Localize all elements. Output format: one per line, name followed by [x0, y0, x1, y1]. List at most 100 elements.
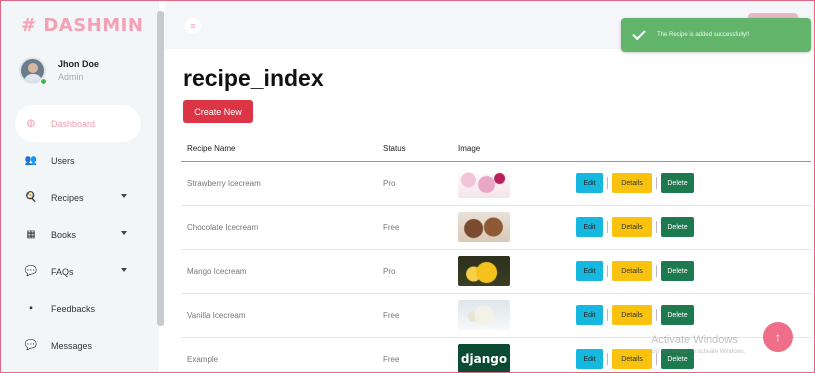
user-profile: Jhon Doe Admin: [19, 57, 99, 84]
watermark-subtitle: Go to Settings to activate Windows.: [651, 349, 746, 355]
separator: [607, 353, 608, 366]
recipe-thumbnail: [458, 256, 510, 286]
delete-button[interactable]: Delete: [661, 173, 694, 193]
status-cell: Free: [383, 354, 400, 364]
recipes-icon: 🍳: [24, 192, 38, 203]
sidebar-item-messages[interactable]: 💬 Messages: [15, 327, 141, 364]
recipe-thumbnail: [458, 168, 510, 198]
messages-icon: 💬: [24, 340, 38, 351]
sidebar-item-faqs[interactable]: 💬 FAQs: [15, 253, 141, 290]
sidebar-item-users[interactable]: 👥 Users: [15, 142, 141, 179]
status-cell: Pro: [377, 161, 452, 206]
actions-cell: Edit Details Delete: [570, 205, 811, 250]
sidebar-scrollbar[interactable]: [157, 11, 164, 326]
details-button[interactable]: Details: [612, 261, 652, 281]
header-actions: [570, 136, 811, 162]
actions-cell: Edit Details Delete: [570, 161, 811, 206]
image-cell: [452, 249, 570, 294]
separator: [607, 265, 608, 277]
separator: [656, 221, 657, 233]
image-cell: [452, 161, 570, 206]
online-status-dot: [40, 78, 47, 85]
status-cell: Free: [377, 205, 452, 250]
page-title: recipe_index: [183, 65, 324, 91]
delete-button[interactable]: Delete: [661, 217, 694, 237]
menu-toggle-button[interactable]: ≡: [185, 18, 201, 34]
table-row: Strawberry Icecream Pro Edit Details Delete: [181, 161, 811, 206]
status-cell: Pro: [377, 249, 452, 294]
create-new-button[interactable]: Create New: [183, 100, 253, 123]
app-logo[interactable]: # DASHMIN: [21, 15, 143, 36]
edit-button[interactable]: Edit: [576, 349, 603, 370]
recipe-thumbnail: [458, 212, 510, 242]
separator: [607, 221, 608, 233]
image-cell: [452, 293, 570, 338]
chevron-down-icon: [121, 268, 127, 272]
edit-button[interactable]: Edit: [576, 305, 603, 325]
edit-button[interactable]: Edit: [576, 173, 603, 193]
sidebar-item-label: Messages: [51, 340, 93, 351]
arrow-up-icon: ↑: [775, 330, 781, 344]
sidebar-nav: ◍ Dashboard 👥 Users 🍳 Recipes ▦ Books 💬 FAQs ▪ Feed…: [15, 105, 141, 364]
recipe-thumbnail: django: [458, 344, 510, 372]
sidebar-item-label: Users: [51, 155, 75, 166]
edit-button[interactable]: Edit: [576, 261, 603, 281]
header-image: Image: [452, 136, 570, 162]
recipe-name-cell: Chocolate Icecream: [181, 205, 377, 250]
separator: [607, 309, 608, 321]
header-status: Status: [377, 136, 452, 162]
profile-role: Admin: [58, 71, 84, 82]
actions-cell: Edit Details Delete: [570, 249, 811, 294]
app-window: # DASHMIN Jhon Doe Admin ◍ Dashboard 👥 User…: [0, 0, 815, 373]
chevron-down-icon: [121, 231, 127, 235]
sidebar-item-recipes[interactable]: 🍳 Recipes: [15, 179, 141, 216]
table-row: Mango Icecream Pro Edit Details Delete: [181, 249, 811, 294]
separator: [656, 265, 657, 277]
success-toast[interactable]: The Recipe is added successfully!!: [621, 18, 811, 52]
edit-button[interactable]: Edit: [576, 217, 603, 237]
sidebar-item-label: Feedbacks: [51, 303, 96, 314]
toast-message: The Recipe is added successfully!!: [657, 32, 750, 38]
chevron-down-icon: [121, 194, 127, 198]
faqs-icon: 💬: [24, 266, 38, 277]
users-icon: 👥: [24, 155, 38, 166]
recipe-thumbnail: [458, 300, 510, 330]
back-to-top-button[interactable]: ↑: [763, 322, 793, 352]
header-recipe-name: Recipe Name: [181, 136, 377, 162]
recipe-name-cell: Mango Icecream: [181, 249, 377, 294]
profile-name: Jhon Doe: [58, 58, 100, 69]
image-cell: [452, 205, 570, 250]
activate-windows-watermark: Activate Windows Go to Settings to activ…: [651, 334, 746, 358]
recipe-name-cell: Vanilla Icecream: [181, 293, 377, 338]
sidebar-item-label: FAQs: [51, 266, 74, 277]
separator: [656, 309, 657, 321]
check-icon: [632, 26, 646, 41]
dashboard-icon: ◍: [26, 118, 36, 129]
books-icon: ▦: [26, 229, 36, 240]
image-cell: django: [452, 337, 570, 372]
sidebar-item-feedbacks[interactable]: ▪ Feedbacks: [15, 290, 141, 327]
recipe-name-cell: Example: [187, 354, 219, 364]
sidebar-item-label: Dashboard: [51, 118, 96, 129]
sidebar-item-label: Books: [51, 229, 77, 240]
delete-button[interactable]: Delete: [661, 305, 694, 325]
hamburger-icon: ≡: [190, 21, 196, 31]
recipe-name-cell: Strawberry Icecream: [181, 161, 377, 206]
details-button[interactable]: Details: [612, 173, 652, 193]
table-header-row: Recipe Name Status Image: [181, 136, 811, 162]
sidebar: # DASHMIN Jhon Doe Admin ◍ Dashboard 👥 User…: [1, 1, 159, 372]
separator: [656, 177, 657, 189]
details-button[interactable]: Details: [612, 217, 652, 237]
details-button[interactable]: Details: [612, 349, 652, 370]
details-button[interactable]: Details: [612, 305, 652, 325]
feedbacks-icon: ▪: [29, 303, 33, 314]
sidebar-item-dashboard[interactable]: ◍ Dashboard: [15, 105, 141, 142]
watermark-title: Activate Windows: [651, 334, 738, 346]
separator: [607, 177, 608, 189]
table-row: Vanilla Icecream Free Edit Details Delete: [181, 293, 811, 338]
delete-button[interactable]: Delete: [661, 261, 694, 281]
table-row: Chocolate Icecream Free Edit Details Delete: [181, 205, 811, 250]
sidebar-item-books[interactable]: ▦ Books: [15, 216, 141, 253]
sidebar-item-label: Recipes: [51, 192, 84, 203]
status-cell: Free: [377, 293, 452, 338]
